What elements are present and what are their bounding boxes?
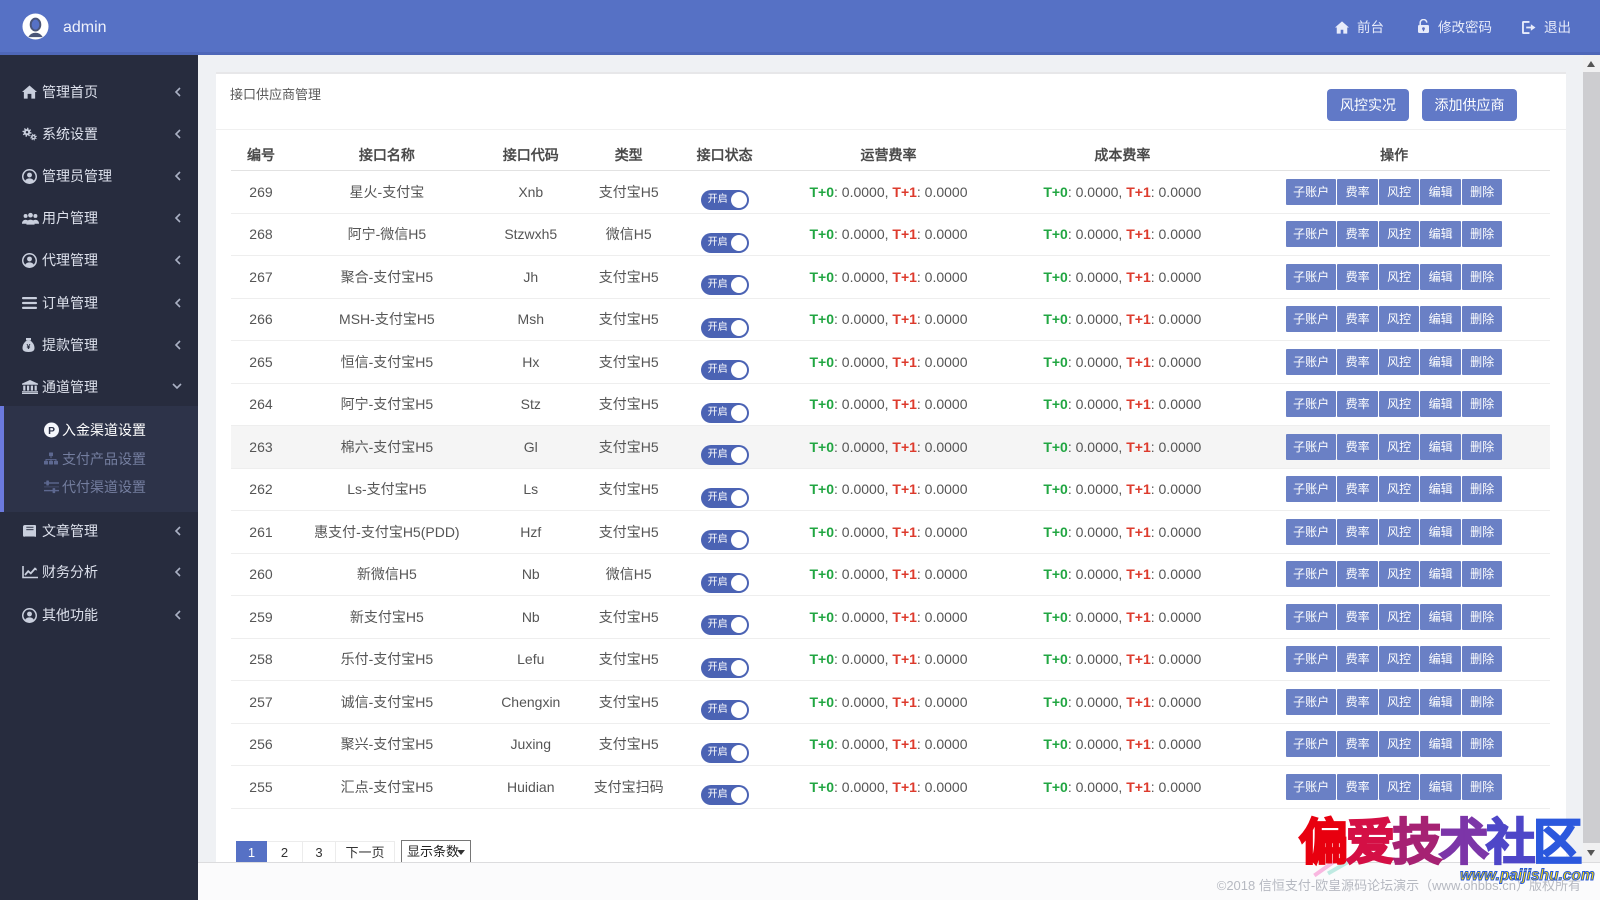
svg-text:P: P [48,426,55,437]
svg-text:¥: ¥ [27,344,31,351]
